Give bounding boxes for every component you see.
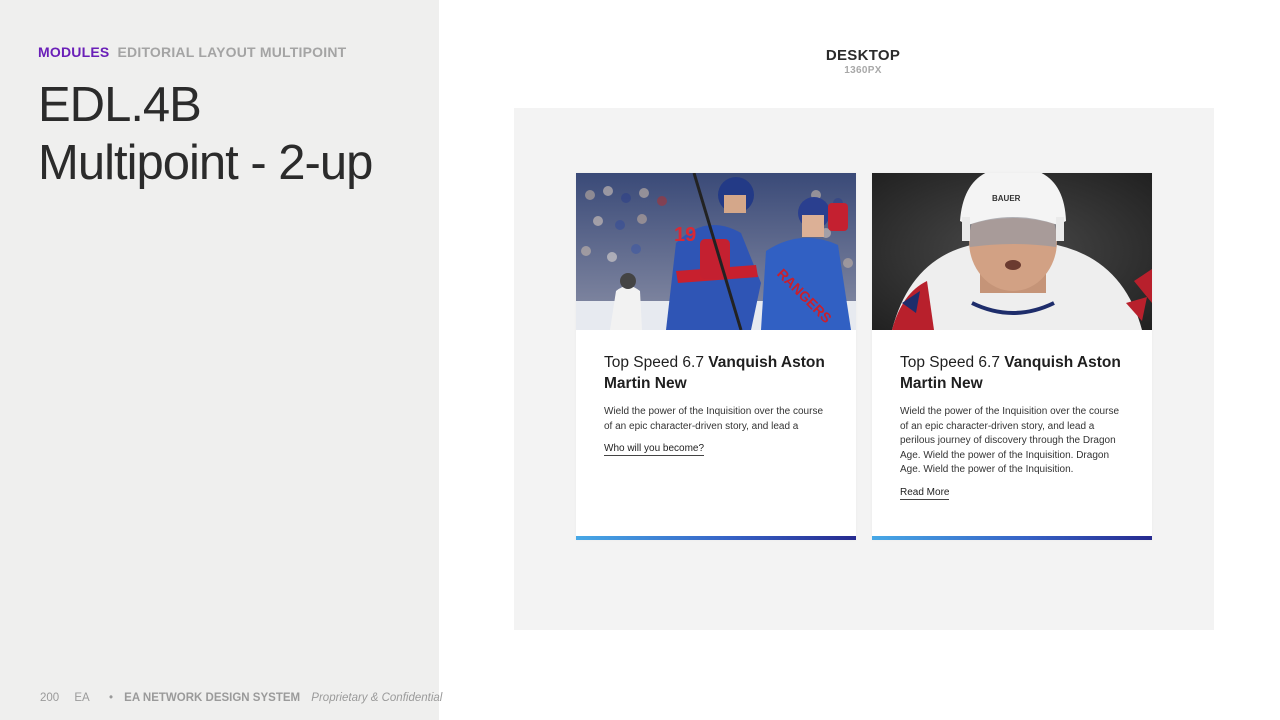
- breadcrumb-category: MODULES: [38, 44, 110, 60]
- page-title-line-1: EDL.4B: [38, 78, 202, 132]
- editorial-card-2[interactable]: BAUER Top Speed 6.7 Vanquish Aston Marti…: [872, 173, 1152, 540]
- viewport-label: DESKTOP 1360PX: [763, 47, 963, 76]
- breadcrumb-subcategory: EDITORIAL LAYOUT MULTIPOINT: [117, 44, 347, 60]
- card-body: Top Speed 6.7 Vanquish Aston Martin New …: [872, 330, 1152, 500]
- card-body: Top Speed 6.7 Vanquish Aston Martin New …: [576, 330, 856, 456]
- card-description: Wield the power of the Inquisition over …: [900, 406, 1120, 475]
- hockey-celebration-image: 19 RANGERS: [576, 173, 856, 330]
- card-description: Wield the power of the Inquisition over …: [604, 406, 824, 432]
- card-title: Top Speed 6.7 Vanquish Aston Martin New: [900, 352, 1124, 394]
- card-link[interactable]: Who will you become?: [604, 443, 705, 456]
- editorial-card-1[interactable]: 19 RANGERS Top Speed 6.7 Vanquish Aston …: [576, 173, 856, 540]
- hockey-player-helmet-image: BAUER: [872, 173, 1152, 330]
- viewport-name: DESKTOP: [825, 47, 901, 64]
- left-panel: MODULES EDITORIAL LAYOUT MULTIPOINT EDL.…: [0, 0, 442, 720]
- card-title-light: Top Speed 6.7: [900, 354, 1005, 371]
- breadcrumb: MODULES EDITORIAL LAYOUT MULTIPOINT: [38, 44, 346, 60]
- page-title: EDL.4B Multipoint - 2-up: [38, 76, 373, 192]
- footer-bullet-icon: •: [108, 692, 113, 704]
- card-title-light: Top Speed 6.7: [604, 354, 709, 371]
- card-accent-bar: [576, 536, 856, 540]
- svg-text:BAUER: BAUER: [992, 194, 1021, 203]
- page-footer: 200 EA • EA NETWORK DESIGN SYSTEM Propri…: [40, 692, 442, 704]
- footer-notice: Proprietary & Confidential: [311, 692, 443, 704]
- card-link[interactable]: Read More: [900, 487, 950, 500]
- page-number: 200: [40, 692, 60, 704]
- footer-brand: EA: [74, 692, 90, 704]
- svg-text:19: 19: [674, 224, 696, 246]
- card-title: Top Speed 6.7 Vanquish Aston Martin New: [604, 352, 828, 394]
- footer-system: EA NETWORK DESIGN SYSTEM: [124, 692, 301, 704]
- card-accent-bar: [872, 536, 1152, 540]
- page-title-line-2: Multipoint - 2-up: [38, 136, 373, 190]
- viewport-size: 1360PX: [844, 65, 882, 76]
